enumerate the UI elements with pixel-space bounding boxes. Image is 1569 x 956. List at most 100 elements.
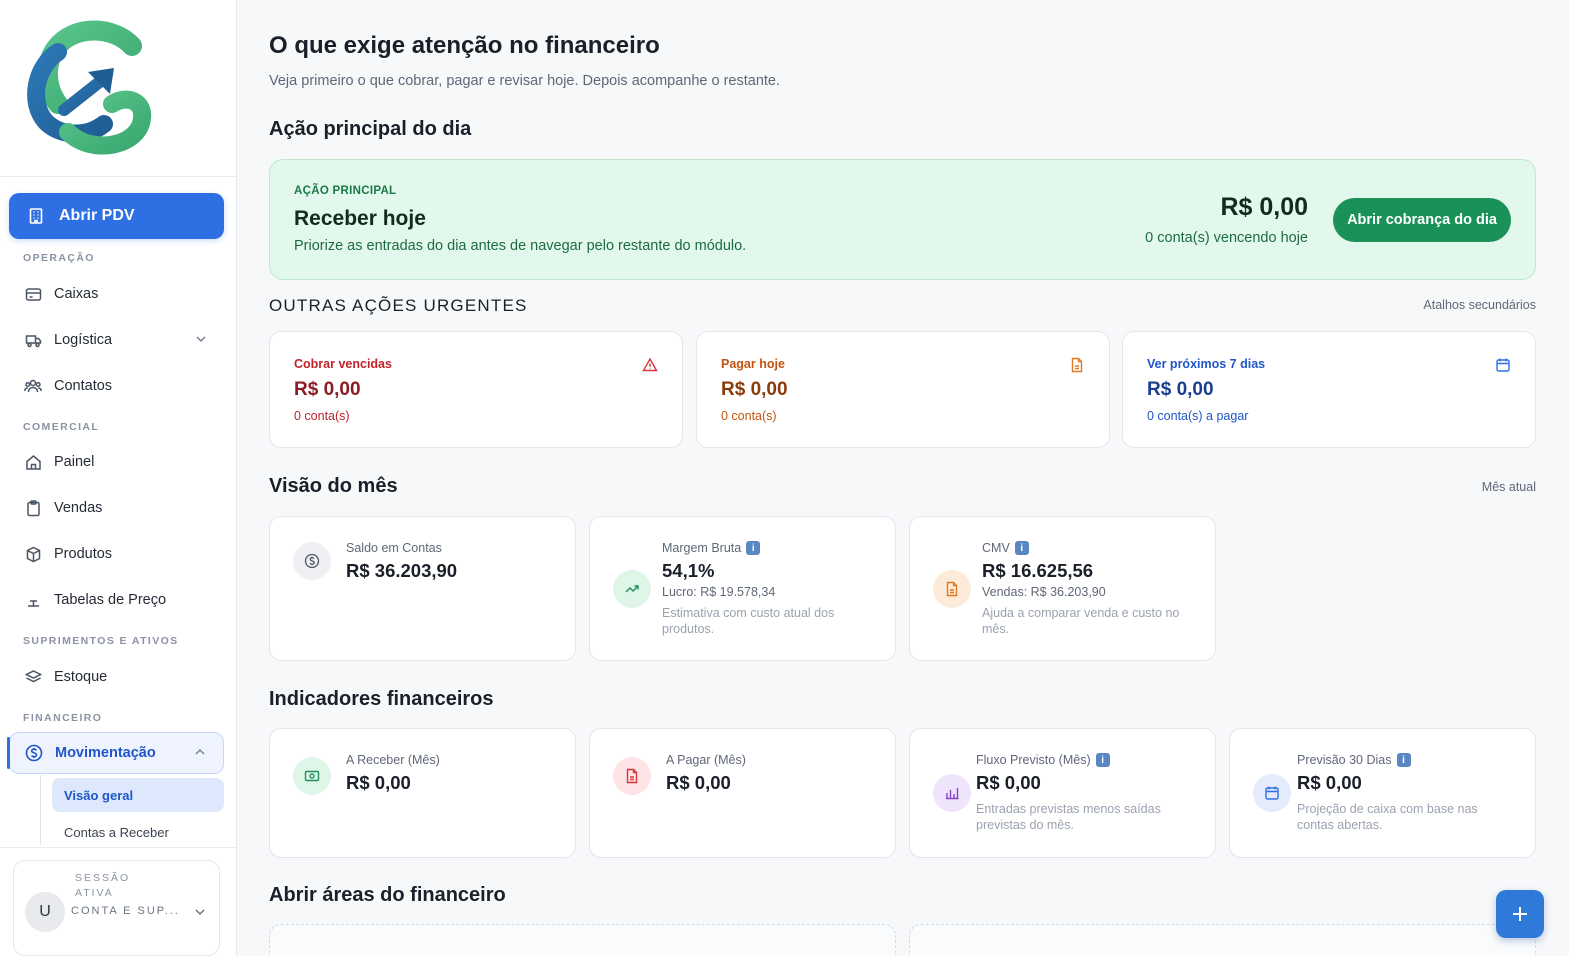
metric-note: Ajuda a comparar venda e custo no mês. xyxy=(982,606,1180,636)
metric-value: R$ 0,00 xyxy=(976,772,1041,793)
area-card[interactable] xyxy=(909,924,1536,956)
sidebar-item-movimentacao[interactable]: Movimentação xyxy=(7,732,224,774)
avatar: U xyxy=(25,892,65,932)
calendar-icon xyxy=(1253,774,1291,812)
metric-value: R$ 0,00 xyxy=(666,772,731,793)
info-icon[interactable]: i xyxy=(1396,753,1411,767)
urgent-card-next-7-days[interactable]: Ver próximos 7 dias R$ 0,00 0 conta(s) a… xyxy=(1122,331,1536,448)
scale-icon xyxy=(24,591,42,609)
subitem-contas-receber[interactable]: Contas a Receber xyxy=(52,815,224,849)
section-operacao: OPERAÇÃO xyxy=(23,252,95,264)
card-icon xyxy=(24,285,42,303)
session-name: CONTA E SUP... xyxy=(71,905,180,917)
section-title-indicators: Indicadores financeiros xyxy=(269,688,494,710)
info-icon[interactable]: i xyxy=(1014,541,1029,555)
box-icon xyxy=(24,545,42,563)
month-right-label: Mês atual xyxy=(1481,480,1536,494)
sidebar-item-tabelas-preco[interactable]: Tabelas de Preço xyxy=(9,580,224,620)
building-icon xyxy=(29,208,43,224)
document-icon xyxy=(933,570,971,608)
chevron-down-icon[interactable] xyxy=(193,905,207,919)
session-card[interactable]: U SESSÃO ATIVA CONTA E SUP... xyxy=(13,860,220,956)
session-divider xyxy=(0,847,236,848)
urgent-card-amount: R$ 0,00 xyxy=(1147,379,1214,400)
sidebar-item-label: Logística xyxy=(54,332,113,348)
sidebar-item-label: Vendas xyxy=(54,500,103,516)
open-pdv-label: Abrir PDV xyxy=(59,207,135,224)
metric-value: 54,1% xyxy=(662,560,715,581)
chevron-up-icon xyxy=(195,748,205,755)
metric-value: R$ 16.625,56 xyxy=(982,560,1094,581)
metric-subline: Vendas: R$ 36.203,90 xyxy=(982,585,1106,599)
metric-note: Entradas previstas menos saídas prevista… xyxy=(976,802,1161,832)
indicator-card-payable: A Pagar (Mês) R$ 0,00 xyxy=(589,728,896,858)
sidebar-item-logistica[interactable]: Logística xyxy=(9,320,224,360)
info-icon[interactable]: i xyxy=(1095,753,1110,767)
primary-description: Priorize as entradas do dia antes de nav… xyxy=(294,238,747,254)
metric-label-text: Margem Bruta xyxy=(662,541,742,555)
home-icon xyxy=(24,453,42,471)
sidebar-item-label: Produtos xyxy=(54,546,113,562)
sidebar-item-produtos[interactable]: Produtos xyxy=(9,534,224,574)
clipboard-icon xyxy=(24,499,42,517)
layers-icon xyxy=(24,668,42,686)
primary-count: 0 conta(s) vencendo hoje xyxy=(1145,230,1308,246)
info-icon[interactable]: i xyxy=(746,541,761,555)
primary-eyebrow: AÇÃO PRINCIPAL xyxy=(294,185,397,197)
area-card[interactable] xyxy=(269,924,896,956)
indicator-card-forecast-flow: Fluxo Previsto (Mês) i R$ 0,00 Entradas … xyxy=(909,728,1216,858)
sidebar-item-label: Caixas xyxy=(54,286,99,302)
page-subtitle: Veja primeiro o que cobrar, pagar e revi… xyxy=(269,73,781,89)
urgent-card-label: Cobrar vencidas xyxy=(294,357,392,371)
open-daily-collection-button[interactable]: Abrir cobrança do dia xyxy=(1333,198,1511,242)
document-icon xyxy=(1071,357,1083,373)
metric-label: Previsão 30 Dias i xyxy=(1297,753,1411,767)
dollar-circle-icon xyxy=(25,744,43,762)
trending-up-icon xyxy=(613,570,651,608)
metric-label: Margem Bruta i xyxy=(662,541,761,555)
sidebar-item-estoque[interactable]: Estoque xyxy=(9,657,224,697)
urgent-card-amount: R$ 0,00 xyxy=(721,379,788,400)
sidebar-item-caixas[interactable]: Caixas xyxy=(9,274,224,314)
urgent-card-pay-today[interactable]: Pagar hoje R$ 0,00 0 conta(s) xyxy=(696,331,1110,448)
urgent-card-overdue[interactable]: Cobrar vencidas R$ 0,00 0 conta(s) xyxy=(269,331,683,448)
cash-icon xyxy=(293,757,331,795)
sidebar-item-painel[interactable]: Painel xyxy=(9,442,224,482)
subitem-visao-geral[interactable]: Visão geral xyxy=(52,778,224,812)
bar-chart-icon xyxy=(933,774,971,812)
sidebar-item-vendas[interactable]: Vendas xyxy=(9,488,224,528)
indicator-card-receivable: A Receber (Mês) R$ 0,00 xyxy=(269,728,576,858)
metric-value: R$ 36.203,90 xyxy=(346,560,458,581)
logo-area xyxy=(0,0,236,177)
section-title-areas: Abrir áreas do financeiro xyxy=(269,884,506,906)
dollar-circle-icon xyxy=(293,542,331,580)
sidebar-item-label: Contatos xyxy=(54,378,113,394)
sidebar-item-label: Estoque xyxy=(54,669,108,685)
metric-label: A Pagar (Mês) xyxy=(666,753,746,767)
metric-label-text: CMV xyxy=(982,541,1010,555)
add-button[interactable] xyxy=(1496,890,1544,938)
page-title: O que exige atenção no financeiro xyxy=(269,32,660,59)
primary-title: Receber hoje xyxy=(294,207,426,230)
section-title-month: Visão do mês xyxy=(269,475,398,497)
primary-action-card: AÇÃO PRINCIPAL Receber hoje Priorize as … xyxy=(269,159,1536,280)
metric-label: Fluxo Previsto (Mês) i xyxy=(976,753,1110,767)
document-icon xyxy=(613,757,651,795)
metric-note: Projeção de caixa com base nas contas ab… xyxy=(1297,802,1478,832)
sidebar-item-label: Painel xyxy=(54,454,95,470)
metric-card-gross-margin: Margem Bruta i 54,1% Lucro: R$ 19.578,34… xyxy=(589,516,896,661)
urgent-card-label: Ver próximos 7 dias xyxy=(1147,357,1266,371)
metric-note: Estimativa com custo atual dos produtos. xyxy=(662,606,835,636)
calendar-icon xyxy=(1496,358,1510,372)
open-pdv-button[interactable]: Abrir PDV xyxy=(9,193,224,239)
sidebar: Abrir PDV OPERAÇÃO Caixas Logística Cont… xyxy=(0,0,237,956)
urgent-card-count: 0 conta(s) xyxy=(721,409,777,423)
urgent-card-label: Pagar hoje xyxy=(721,357,785,371)
sidebar-item-label: Tabelas de Preço xyxy=(54,592,167,608)
warning-icon xyxy=(642,357,658,372)
sidebar-item-contatos[interactable]: Contatos xyxy=(9,366,224,406)
urgent-title: OUTRAS AÇÕES URGENTES xyxy=(269,296,528,315)
metric-value: R$ 0,00 xyxy=(346,772,411,793)
truck-icon xyxy=(24,331,42,349)
sidebar-item-label: Movimentação xyxy=(55,745,156,761)
